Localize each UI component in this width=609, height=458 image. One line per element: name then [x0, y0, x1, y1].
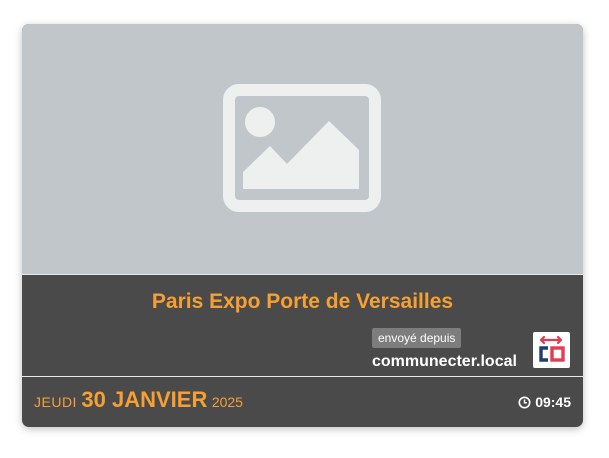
divider: [22, 376, 583, 377]
event-card[interactable]: Paris Expo Porte de Versailles envoyé de…: [22, 24, 583, 427]
event-time: 09:45: [518, 394, 571, 410]
event-date: JEUDI 30 JANVIER 2025: [34, 387, 243, 413]
image-placeholder-icon: [223, 84, 381, 212]
communecter-logo-icon: [539, 335, 565, 362]
date-year: 2025: [211, 394, 243, 410]
event-title[interactable]: Paris Expo Porte de Versailles: [22, 288, 583, 316]
date-weekday: JEUDI: [34, 394, 77, 410]
divider: [22, 274, 583, 275]
event-image[interactable]: [22, 24, 583, 274]
time-value: 09:45: [535, 394, 571, 410]
source-badge: envoyé depuis: [372, 328, 462, 348]
communecter-logo[interactable]: [533, 332, 570, 368]
clock-icon: [518, 395, 531, 409]
date-day-month: 30 JANVIER: [81, 387, 208, 412]
source-name[interactable]: communecter.local: [372, 351, 517, 373]
